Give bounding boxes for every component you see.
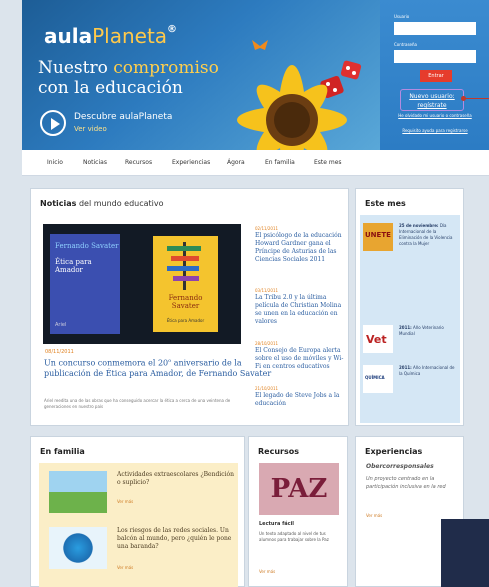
- family-section: En familia Actividades extraescolares ¿B…: [30, 436, 245, 587]
- resources-more-link[interactable]: Ver más: [259, 569, 275, 574]
- resources-title: Recursos: [258, 447, 299, 456]
- paz-image[interactable]: PAZ: [259, 463, 339, 515]
- login-panel: Usuario Contraseña Entrar Nuevo usuario:…: [380, 0, 489, 150]
- resources-text: Un texto adaptado al nivel de tus alumno…: [259, 531, 329, 542]
- kids-playing-image: [49, 471, 107, 513]
- user-input[interactable]: [394, 22, 476, 35]
- side-news-item[interactable]: 28/10/2011 El Consejo de Europa alerta so…: [255, 341, 347, 371]
- nav-item-noticias[interactable]: Noticias: [83, 159, 107, 166]
- hero-line-2: con la educación: [38, 78, 183, 98]
- video-link[interactable]: Ver video: [74, 125, 107, 133]
- nav-item-experiencias[interactable]: Experiencias: [172, 159, 210, 166]
- experiences-title: Experiencias: [365, 447, 423, 456]
- play-icon[interactable]: [40, 110, 66, 136]
- experiences-subtitle[interactable]: Obercorresponsales: [366, 463, 434, 470]
- news-section: Noticias del mundo educativo Fernando Sa…: [30, 188, 349, 426]
- hero-line-1: Nuestro compromiso: [38, 58, 219, 78]
- password-input[interactable]: [394, 50, 476, 63]
- help-link[interactable]: Requisito ayuda para registrarse: [394, 128, 476, 133]
- signpost-illustration: [167, 242, 201, 290]
- dark-overlay: [441, 519, 489, 587]
- header-banner: aulaPlaneta® Nuestro compromiso con la e…: [22, 0, 380, 150]
- main-news-summary: Ariel reedita una de las obras que ha co…: [44, 398, 231, 409]
- month-item[interactable]: Vet 2011: Año Veterinario Mundial: [363, 325, 459, 365]
- video-title[interactable]: Descubre aulaPlaneta: [74, 112, 172, 122]
- family-title: En familia: [40, 447, 85, 456]
- month-item[interactable]: UNETE 25 de noviembre: Día Internacional…: [363, 223, 459, 263]
- family-list: Actividades extraescolares ¿Bendición o …: [39, 463, 238, 587]
- main-news-headline[interactable]: Un concurso conmemora el 20o aniversario…: [44, 356, 274, 379]
- enter-button[interactable]: Entrar: [420, 70, 452, 82]
- resources-section: Recursos PAZ Lectura fácil Un texto adap…: [248, 436, 348, 587]
- callout-line: [464, 98, 489, 99]
- main-nav: Inicio Noticias Recursos Experiencias Ág…: [22, 150, 489, 176]
- nav-item-este-mes[interactable]: Este mes: [314, 159, 342, 166]
- nav-item-inicio[interactable]: Inicio: [47, 159, 63, 166]
- forgot-password-link[interactable]: He olvidado mi usuario o contraseña: [394, 113, 476, 118]
- this-month-section: Este mes UNETE 25 de noviembre: Día Inte…: [355, 188, 464, 426]
- book-cover-blue: Fernando Savater Ética para Amador Ariel: [50, 234, 120, 334]
- side-news-item[interactable]: 02/11/2011 El psicólogo de la educación H…: [255, 226, 347, 264]
- this-month-list: UNETE 25 de noviembre: Día Internacional…: [360, 215, 460, 423]
- side-news-item[interactable]: 21/10/2011 El legado de Steve Jobs a la e…: [255, 386, 347, 408]
- sunflower-illustration: [237, 40, 362, 150]
- nav-item-recursos[interactable]: Recursos: [125, 159, 152, 166]
- month-item-image: Vet: [363, 325, 393, 353]
- news-title: Noticias del mundo educativo: [40, 199, 164, 208]
- month-item[interactable]: QUÍMICA 2011: Año Internacional de la Qu…: [363, 365, 459, 405]
- month-item-image: UNETE: [363, 223, 393, 251]
- register-link[interactable]: Nuevo usuario: regístrate: [400, 89, 464, 111]
- family-item[interactable]: Actividades extraescolares ¿Bendición o …: [49, 471, 234, 516]
- experiences-more-link[interactable]: Ver más: [366, 513, 382, 518]
- book-cover-yellow: Fernando Savater Ética para Amador: [153, 236, 218, 332]
- aulaplaneta-logo[interactable]: aulaPlaneta®: [44, 24, 177, 48]
- experiences-text: Un proyecto centrado en la participación…: [366, 476, 446, 490]
- this-month-title: Este mes: [365, 199, 406, 208]
- nav-item-en-familia[interactable]: En familia: [265, 159, 295, 166]
- main-news-date: 08/11/2011: [45, 349, 74, 355]
- family-item[interactable]: Los riesgos de las redes sociales. Un ba…: [49, 527, 234, 572]
- password-label: Contraseña: [394, 42, 417, 47]
- nav-item-agora[interactable]: Ágora: [227, 159, 245, 166]
- month-item-image: QUÍMICA: [363, 365, 393, 393]
- news-feature-image[interactable]: Fernando Savater Ética para Amador Ariel…: [43, 224, 241, 344]
- globe-image: [49, 527, 107, 569]
- side-news-item[interactable]: 03/11/2011 La Tribu 2.0 y la última pelíc…: [255, 288, 347, 326]
- resources-subtitle: Lectura fácil: [259, 521, 295, 527]
- user-label: Usuario: [394, 14, 410, 19]
